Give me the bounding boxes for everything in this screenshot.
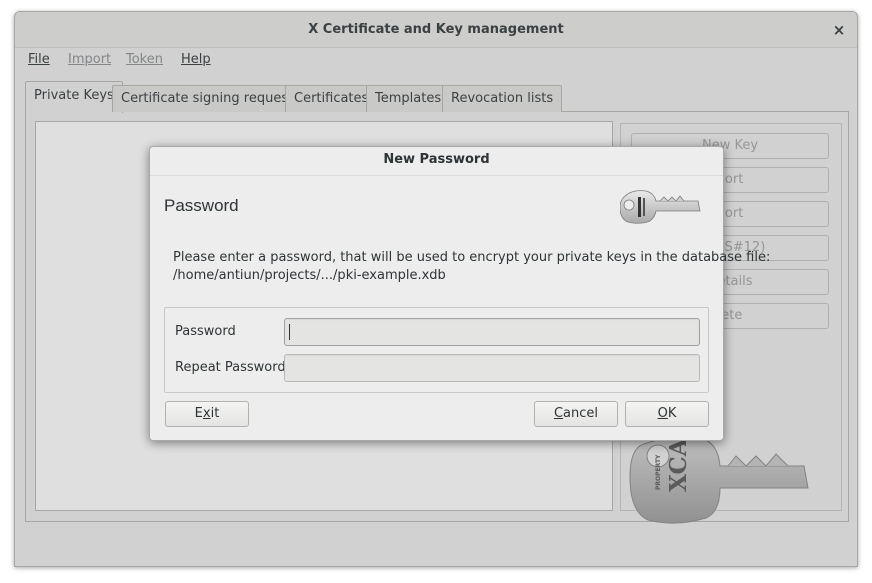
exit-label-start: E bbox=[194, 406, 203, 421]
exit-button[interactable]: Exit bbox=[165, 401, 249, 427]
dialog-message-line-2: /home/antiun/projects/.../pki-example.xd… bbox=[173, 268, 446, 283]
cancel-button[interactable]: Cancel bbox=[534, 401, 618, 427]
cancel-label-mnemonic: C bbox=[553, 406, 564, 421]
ok-label-mnemonic: O bbox=[657, 406, 668, 421]
key-icon bbox=[620, 190, 701, 224]
exit-label-end: it bbox=[210, 406, 220, 421]
dialog-heading: Password bbox=[164, 196, 239, 215]
dialog-message-line-1: Please enter a password, that will be us… bbox=[173, 250, 771, 265]
exit-label-mnemonic: x bbox=[202, 406, 211, 421]
dialog-message: Please enter a password, that will be us… bbox=[173, 249, 771, 285]
password-input[interactable] bbox=[284, 318, 700, 346]
ok-button[interactable]: OK bbox=[625, 401, 709, 427]
text-caret bbox=[289, 324, 290, 340]
dialog-title-divider bbox=[150, 175, 723, 176]
password-fields-group: Password Repeat Password bbox=[164, 307, 709, 393]
new-password-dialog: New Password Password Please enter a pas… bbox=[149, 146, 771, 441]
cancel-label-end: ancel bbox=[563, 406, 599, 421]
repeat-password-label: Repeat Password bbox=[175, 360, 286, 375]
repeat-password-input[interactable] bbox=[284, 354, 700, 382]
ok-label-end: K bbox=[667, 406, 677, 421]
password-label: Password bbox=[175, 324, 236, 339]
dialog-title: New Password bbox=[383, 152, 490, 167]
